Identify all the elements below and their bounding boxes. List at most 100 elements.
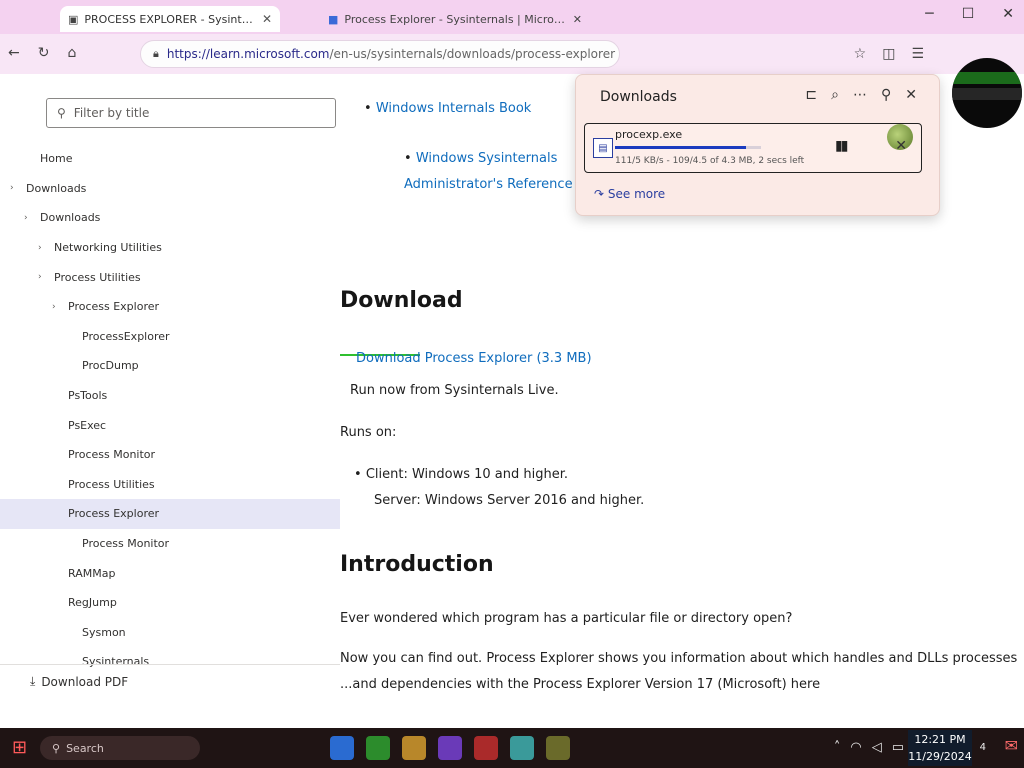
pause-icon[interactable]: ▮▮ (835, 138, 848, 154)
open-folder-icon[interactable]: ⊏ (805, 87, 817, 103)
sidebar-item[interactable]: › Process Utilities (0, 262, 340, 292)
link-windows-internals[interactable]: Windows Internals Book (376, 101, 532, 116)
sidebar-item[interactable]: Process Utilities (0, 470, 340, 500)
browser-tab-active[interactable]: ▣ PROCESS EXPLORER - Sysinternals ✕ (60, 6, 280, 32)
download-pdf-label: Download PDF (41, 674, 129, 689)
system-tray: ˄ ◠ ◁ ▭ (834, 740, 904, 755)
section-heading: Download (340, 288, 463, 313)
sidebar-item[interactable]: › Process Explorer (0, 292, 340, 322)
sidebar-item-label: Process Monitor (68, 448, 156, 462)
filter-input[interactable]: ⚲ Filter by title (46, 98, 336, 128)
sidebar-item-label: Process Explorer (68, 300, 160, 314)
close-panel-icon[interactable]: ✕ (905, 87, 917, 103)
favorite-star-icon[interactable]: ☆ (854, 46, 867, 62)
download-status: 111/5 KB/s - 109/4.5 of 4.3 MB, 2 secs l… (615, 156, 805, 166)
download-progress-bar (615, 146, 761, 149)
list-item: • Windows Sysinternals Administrator's R… (404, 151, 573, 192)
runs-on-client: Client: Windows 10 and higher. (365, 467, 569, 482)
sidebar-item[interactable]: Process Monitor (0, 440, 340, 470)
chevron-right-icon[interactable]: › (10, 183, 22, 193)
battery-icon[interactable]: ▭ (892, 740, 904, 755)
see-more-link[interactable]: ↷ See more (594, 187, 665, 201)
sidebar-item-label: ProcDump (82, 359, 139, 373)
address-bar[interactable]: 🔒︎ https://learn.microsoft.com/en-us/sys… (140, 40, 620, 68)
sidebar-item[interactable]: Process Monitor (0, 529, 340, 559)
pin-icon[interactable]: ⚲ (881, 87, 891, 103)
list-item: • Windows Internals Book (364, 101, 532, 116)
app-icon[interactable] (366, 736, 390, 760)
favorites-icon[interactable]: ☰ (911, 46, 924, 62)
chevron-right-icon[interactable]: › (38, 243, 50, 253)
sidebar-item[interactable]: PsExec (0, 410, 340, 440)
maximize-icon[interactable]: ☐ (962, 6, 975, 22)
chevron-right-icon[interactable]: › (24, 213, 36, 223)
url-path: /en-us/sysinternals/downloads/process-ex… (329, 47, 616, 61)
browser-tab[interactable]: ■ Process Explorer - Sysinternals | Micr… (320, 6, 590, 32)
toolbar-icons: ☆ ◫ ☰ (854, 46, 924, 62)
lock-icon: 🔒︎ (153, 47, 159, 60)
file-explorer-icon[interactable] (402, 736, 426, 760)
divider (0, 664, 340, 665)
download-file-name[interactable]: procexp.exe (615, 128, 682, 141)
download-progress-fill (615, 146, 747, 149)
more-options-icon[interactable]: ⋯ (853, 87, 867, 103)
download-item[interactable]: ▤ procexp.exe 111/5 KB/s - 109/4.5 of 4.… (584, 123, 922, 173)
wifi-icon[interactable]: ◠ (850, 740, 861, 755)
notification-icon[interactable]: ✉ (1005, 736, 1018, 755)
sidebar-item-label: Downloads (26, 181, 87, 195)
title-bar: ▣ PROCESS EXPLORER - Sysinternals ✕ ■ Pr… (0, 0, 1024, 34)
sidebar-item[interactable]: RAMMap (0, 558, 340, 588)
sidebar-item[interactable]: Sysinternals (0, 647, 340, 677)
sidebar-item-label: Process Utilities (54, 270, 141, 284)
sidebar-item[interactable]: Process Explorer (0, 499, 340, 529)
sidebar-item[interactable]: ProcDump (0, 351, 340, 381)
search-icon: ⚲ (52, 741, 61, 755)
sidebar-item[interactable]: › Downloads (0, 203, 340, 233)
run-now-text: Run now from Sysinternals Live. (350, 383, 559, 398)
chevron-up-icon[interactable]: ˄ (834, 740, 841, 755)
download-process-explorer-link[interactable]: Download Process Explorer (3.3 MB) (356, 351, 592, 366)
cancel-download-icon[interactable]: ✕ (895, 138, 907, 154)
minimize-icon[interactable]: ─ (925, 6, 933, 22)
sidebar-item[interactable]: Sysmon (0, 618, 340, 648)
browser-app-icon[interactable] (330, 736, 354, 760)
clock[interactable]: 12:21 PM 11/29/2024 (908, 730, 972, 766)
clock-date: 11/29/2024 (908, 750, 972, 763)
sidebar-item[interactable]: ProcessExplorer (0, 322, 340, 352)
tab-title: PROCESS EXPLORER - Sysinternals (84, 12, 256, 26)
sidebar-item-label: ProcessExplorer (82, 329, 170, 343)
sidebar-item-label: RAMMap (68, 566, 116, 580)
search-downloads-icon[interactable]: ⌕ (831, 87, 839, 103)
taskbar-search[interactable]: ⚲ Search (40, 736, 200, 760)
app-icon[interactable] (438, 736, 462, 760)
chevron-icon: ↷ (594, 187, 605, 201)
close-tab-icon[interactable]: ✕ (573, 13, 582, 26)
refresh-icon[interactable]: ↻ (38, 45, 50, 61)
sidebar-item[interactable]: › Networking Utilities (0, 233, 340, 263)
start-icon[interactable]: ⊞ (12, 738, 32, 758)
back-icon[interactable]: ← (8, 45, 20, 61)
sidebar-item-label: Process Explorer (68, 507, 160, 521)
sidebar-item[interactable]: › Downloads (0, 174, 340, 204)
link-admin-reference[interactable]: Windows Sysinternals Administrator's Ref… (404, 151, 573, 192)
taskbar-apps (330, 736, 570, 760)
app-icon[interactable] (474, 736, 498, 760)
download-pdf-link[interactable]: ⤓ Download PDF (30, 674, 128, 689)
chevron-right-icon[interactable]: › (38, 272, 50, 282)
see-more-label: See more (607, 187, 666, 201)
split-screen-icon[interactable]: ◫ (882, 46, 895, 62)
close-tab-icon[interactable]: ✕ (262, 12, 272, 26)
app-icon[interactable] (546, 736, 570, 760)
sidebar-item[interactable]: RegJump (0, 588, 340, 618)
chevron-right-icon[interactable]: › (52, 302, 64, 312)
close-window-icon[interactable]: ✕ (1002, 6, 1014, 22)
volume-icon[interactable]: ◁ (872, 740, 882, 755)
app-icon[interactable] (510, 736, 534, 760)
sidebar-item[interactable]: Home (0, 144, 340, 174)
sidebar-item[interactable]: PsTools (0, 381, 340, 411)
intro-paragraph: Ever wondered which program has a partic… (340, 611, 793, 626)
search-placeholder: Search (66, 741, 104, 755)
list-item: Server: Windows Server 2016 and higher. (374, 488, 644, 514)
filter-icon: ⚲ (57, 106, 66, 120)
home-icon[interactable]: ⌂ (67, 45, 76, 61)
